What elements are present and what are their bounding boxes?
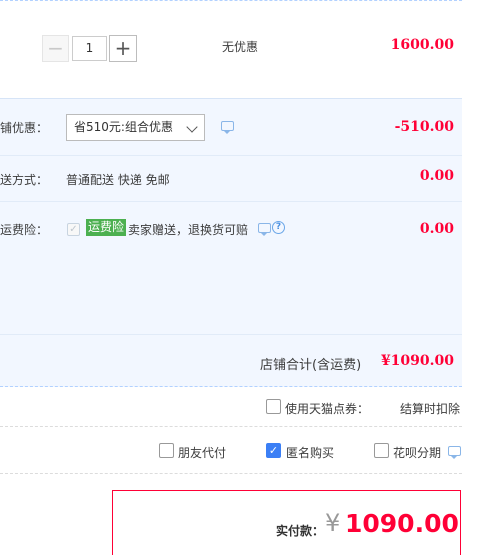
insurance-text: 卖家赠送，退换货可赔 [128,223,249,237]
shipping-amount: 0.00 [419,168,454,184]
help-icon[interactable]: ? [272,221,285,234]
shop-total-label: 店铺合计(含运费) [260,358,362,373]
shop-discount-select[interactable]: 省510元:组合优惠 [66,114,205,141]
shipping-label: 送方式： [0,173,49,187]
friend-pay-label[interactable]: 朋友代付 [178,444,226,461]
quantity-decrease-button[interactable]: − [42,35,69,62]
friend-pay-checkbox[interactable] [159,443,174,458]
quantity-input[interactable]: 1 [72,36,107,61]
currency-symbol: ¥ [325,509,341,537]
chat-icon[interactable] [258,223,271,236]
row-divider [0,334,462,335]
chat-icon[interactable] [221,121,234,134]
shop-discount-amount: -510.00 [394,119,454,135]
payment-amount: 1090.00 [345,509,459,538]
section-divider [0,426,462,427]
shop-discount-label: 铺优惠： [0,121,49,135]
insurance-label: 运费险： [0,223,49,237]
points-note: 结算时扣除 [400,402,461,416]
row-divider [0,155,462,156]
anonymous-checkbox[interactable]: ✓ [266,443,281,458]
chevron-down-icon [186,121,198,133]
payment-box: 实付款： ¥ 1090.00 [112,490,461,555]
points-label: 使用天猫点券： [285,402,370,416]
shop-summary-panel [0,98,462,387]
huabei-label[interactable]: 花呗分期 [393,444,441,461]
points-checkbox[interactable] [266,399,281,414]
payment-label: 实付款： [276,524,325,538]
shop-total-amount: ¥1090.00 [380,353,454,369]
shop-discount-select-value: 省510元:组合优惠 [74,120,173,134]
section-divider [0,473,462,474]
anonymous-label[interactable]: 匿名购买 [286,444,334,461]
row-divider [0,201,462,202]
insurance-amount: 0.00 [419,221,454,237]
quantity-increase-button[interactable]: + [109,35,137,62]
item-row: − 1 + 无优惠 1600.00 [0,0,462,98]
insurance-badge: 运费险 [86,219,127,236]
chat-icon[interactable] [448,446,461,459]
insurance-checkbox: ✓ [67,223,80,236]
shipping-value: 普通配送 快递 免邮 [66,173,170,187]
item-price: 1600.00 [390,37,454,53]
huabei-checkbox[interactable] [374,443,389,458]
discount-text: 无优惠 [222,40,259,54]
